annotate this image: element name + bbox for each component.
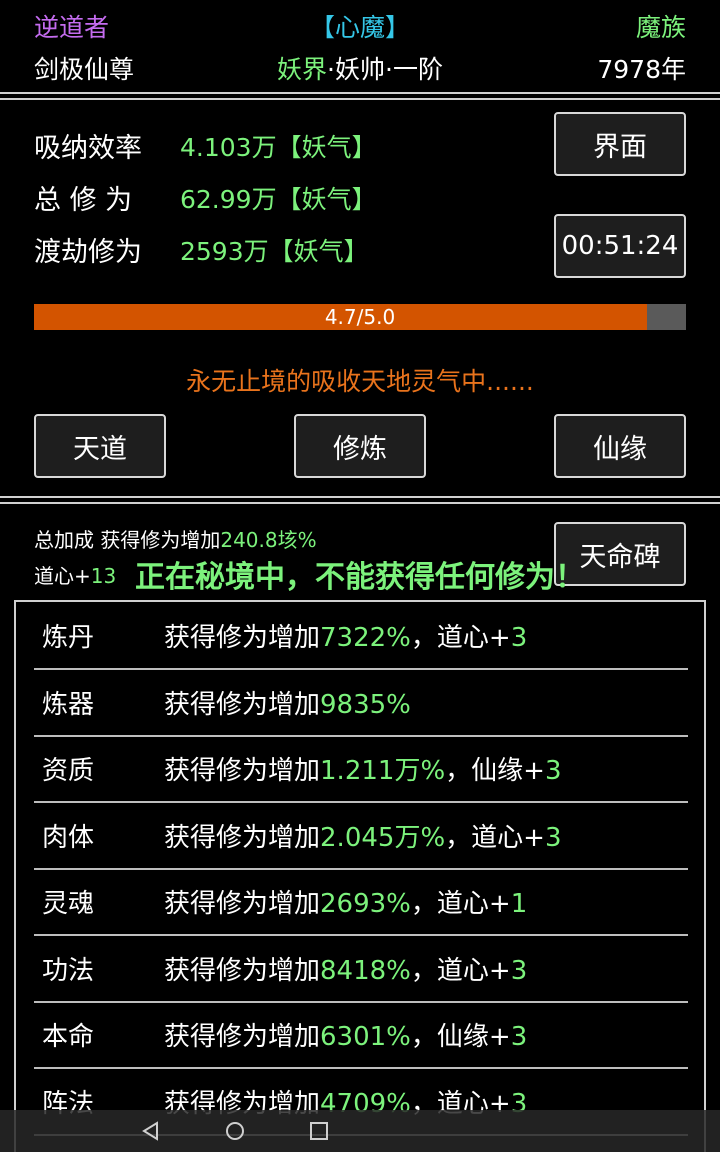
recents-icon[interactable] (308, 1120, 330, 1142)
bonus-row-extra: ，仙缘+ (410, 1022, 511, 1052)
bonus-row-percent: 2693% (320, 889, 411, 919)
bonus-row-percent: 2.045万% (320, 822, 446, 853)
navigation-bar (0, 1110, 720, 1152)
bonus-row: 资质 获得修为增加1.211万%，仙缘+3 (34, 737, 688, 803)
bonus-row: 炼器 获得修为增加9835% (34, 671, 688, 737)
total-bonus-label: 总加成 获得修为增加 (34, 528, 221, 552)
bonus-row-extra: ，仙缘+ (445, 756, 545, 786)
bonus-row-extra: ，道心+ (410, 955, 511, 986)
tribulation-value: 2593万【妖气】 (180, 237, 369, 266)
race-label: 魔族 (635, 13, 686, 42)
bonus-row-desc: 获得修为增加7322%，道心+3 (164, 617, 527, 654)
total-bonus-value: 240.8垓% (220, 528, 317, 552)
bonus-row: 本命 获得修为增加6301%，仙缘+3 (34, 1003, 688, 1069)
absorb-rate-label: 吸纳效率 (34, 133, 142, 164)
divider (0, 98, 720, 100)
bonus-row-name: 炼丹 (42, 623, 95, 653)
bonus-row-desc: 获得修为增加1.211万%，仙缘+3 (164, 750, 562, 787)
total-cultivation-label: 总 修 为 (34, 185, 133, 216)
bonus-row-extra-value: 3 (510, 955, 528, 986)
bonus-row-desc: 获得修为增加9835% (164, 684, 411, 721)
xiulian-button[interactable]: 修炼 (294, 414, 426, 478)
bonus-row-extra-value: 1 (510, 889, 528, 919)
bonus-row-percent: 9835% (320, 689, 411, 720)
bonus-row-desc: 获得修为增加2.045万%，道心+3 (164, 817, 562, 854)
bonus-row-name: 本命 (42, 1022, 95, 1052)
bonus-row: 功法 获得修为增加8418%，道心+3 (34, 937, 688, 1003)
bonus-row-extra-value: 3 (510, 623, 528, 653)
heart-demon-label[interactable]: 【心魔】 (0, 8, 720, 44)
bonus-row-extra: ，道心+ (410, 623, 511, 653)
bonus-row-extra-value: 3 (544, 822, 562, 853)
bonus-row-prefix: 获得修为增加 (164, 756, 321, 786)
bonus-row-prefix: 获得修为增加 (164, 889, 321, 919)
bonus-row-extra: ，道心+ (445, 822, 545, 853)
divider (0, 92, 720, 94)
back-icon[interactable] (140, 1120, 162, 1142)
bonus-row-name: 资质 (42, 756, 95, 786)
bonus-row-prefix: 获得修为增加 (164, 955, 321, 986)
tribulation-label: 渡劫修为 (34, 237, 142, 268)
bonus-row-extra: ，道心+ (410, 889, 511, 919)
home-icon[interactable] (224, 1120, 246, 1142)
timer-display: 00:51:24 (554, 214, 686, 278)
xianyuan-button[interactable]: 仙缘 (554, 414, 686, 478)
secret-realm-message: 正在秘境中，不能获得任何修为！ (135, 560, 585, 595)
bonus-row-percent: 1.211万% (320, 756, 446, 786)
bonus-row-desc: 获得修为增加8418%，道心+3 (164, 950, 527, 987)
interface-button[interactable]: 界面 (554, 112, 686, 176)
total-bonus: 总加成 获得修为增加240.8垓% (34, 524, 317, 553)
bonus-row-desc: 获得修为增加6301%，仙缘+3 (164, 1016, 527, 1053)
total-cultivation-value: 62.99万【妖气】 (180, 185, 377, 214)
bonus-row-name: 肉体 (42, 822, 95, 853)
bonus-row: 灵魂 获得修为增加2693%，道心+1 (34, 870, 688, 936)
divider (0, 496, 720, 498)
years-label: 7978年 (597, 55, 686, 84)
bonus-row-prefix: 获得修为增加 (164, 623, 321, 653)
bonus-table: 炼丹 获得修为增加7322%，道心+3 炼器 获得修为增加9835% 资质 获得修为增加1… (14, 600, 706, 1152)
realm-label: 妖界 (277, 55, 328, 84)
divider (0, 502, 720, 504)
bonus-row: 肉体 获得修为增加2.045万%，道心+3 (34, 804, 688, 870)
bonus-row-prefix: 获得修为增加 (164, 1022, 321, 1052)
bonus-row-percent: 8418% (320, 955, 411, 986)
rank-label: ·妖帅·一阶 (327, 55, 443, 84)
bonus-row-prefix: 获得修为增加 (164, 689, 321, 720)
tiandao-button[interactable]: 天道 (34, 414, 166, 478)
bonus-row-extra-value: 3 (510, 1022, 528, 1052)
absorb-rate-value: 4.103万【妖气】 (180, 133, 377, 162)
bonus-row-percent: 6301% (320, 1022, 411, 1052)
header: 逆道者 【心魔】 魔族 剑极仙尊 妖界·妖帅·一阶 7978年 (0, 0, 720, 92)
bonus-row-name: 功法 (42, 955, 95, 986)
bonus-row-name: 灵魂 (42, 889, 95, 919)
bonus-row-name: 炼器 (42, 689, 95, 720)
cultivation-progress-bar: 4.7/5.0 (34, 304, 686, 330)
absorb-message: 永无止境的吸收天地灵气中...... (186, 367, 534, 396)
bonus-row-extra-value: 3 (544, 756, 562, 786)
bonus-row: 炼丹 获得修为增加7322%，道心+3 (34, 604, 688, 670)
progress-text: 4.7/5.0 (324, 305, 396, 329)
bonus-row-percent: 7322% (320, 623, 411, 653)
bonus-row-prefix: 获得修为增加 (164, 822, 321, 853)
bonus-row-desc: 获得修为增加2693%，道心+1 (164, 883, 527, 920)
